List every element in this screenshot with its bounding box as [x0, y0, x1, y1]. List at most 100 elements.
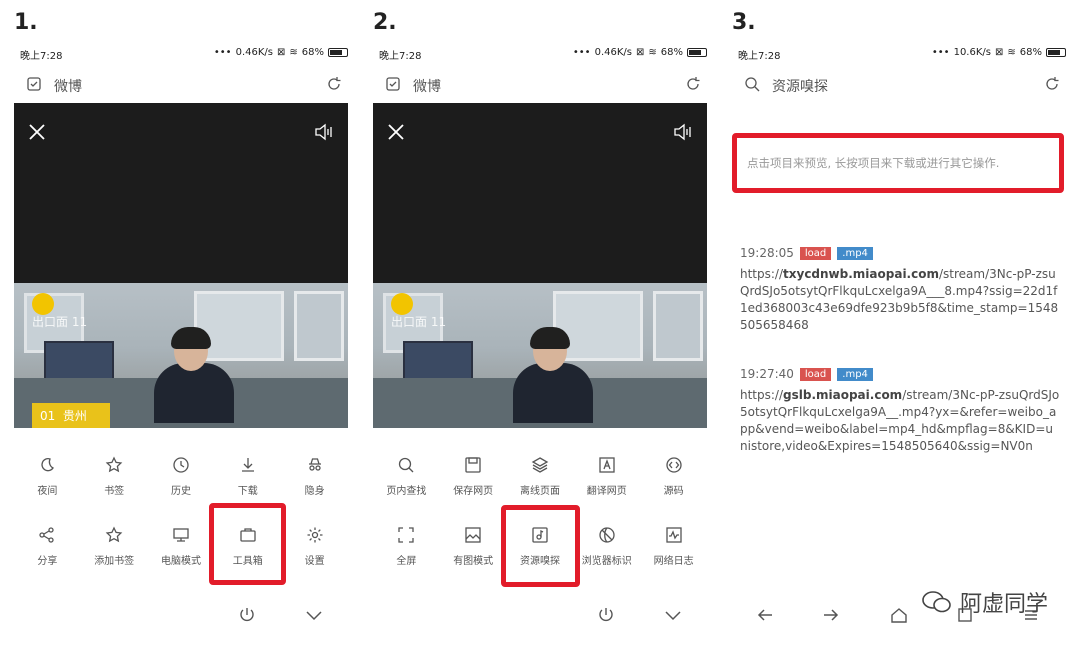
location-tag-number: 01	[40, 409, 56, 423]
browser-menu: 夜间 书签 历史 下载 隐身 分享 添加书签 电脑模式 工具箱 设置	[14, 428, 348, 596]
menu-item[interactable]: 添加书签	[81, 522, 148, 592]
battery-icon	[1046, 48, 1066, 57]
shield-check-icon[interactable]	[26, 76, 42, 92]
menu-bottom-bar	[373, 600, 707, 636]
wifi-icon: ≋	[1007, 47, 1016, 58]
menu-item[interactable]: 翻译网页	[573, 452, 640, 522]
refresh-icon[interactable]	[685, 76, 701, 92]
shield-check-icon[interactable]	[385, 76, 401, 92]
wechat-icon	[922, 591, 951, 613]
highlight-toolbox	[209, 503, 286, 585]
resource-entry[interactable]: 19:28:05 load .mp4 https://txycdnwb.miao…	[740, 246, 1060, 334]
watermark-text: 阿虚同学	[959, 592, 1048, 617]
close-icon[interactable]	[28, 123, 46, 141]
menu-item-label: 有图模式	[453, 556, 494, 567]
menu-item[interactable]: 源码	[640, 452, 707, 522]
download-icon	[241, 458, 254, 472]
menu-item[interactable]: 隐身	[281, 452, 348, 522]
sim-icon: ⊠	[276, 47, 286, 58]
volume-icon[interactable]	[314, 123, 334, 141]
status-time: 晚上7:28	[379, 51, 422, 62]
refresh-icon[interactable]	[1044, 76, 1060, 92]
menu-item-label: 全屏	[396, 556, 417, 567]
menu-item[interactable]: 书签	[81, 452, 148, 522]
screenshot-panel-3: 晚上7:28 ••• 10.6K/s ⊠ ≋ 68% 资源嗅探 点击项目来预览,…	[732, 40, 1072, 640]
close-icon[interactable]	[387, 123, 405, 141]
chevron-down-icon[interactable]	[663, 606, 683, 624]
battery-percent: 68%	[301, 47, 324, 58]
status-time: 晚上7:28	[738, 51, 781, 62]
menu-item-label: 添加书签	[94, 556, 135, 567]
video-player[interactable]	[373, 103, 707, 283]
menu-item-label: 下载	[237, 486, 258, 497]
sim-icon: ⊠	[994, 47, 1004, 58]
power-icon[interactable]	[597, 606, 615, 624]
menu-item[interactable]: 电脑模式	[148, 522, 215, 592]
miaopai-logo-icon	[32, 293, 54, 315]
resource-url: https://gslb.miaopai.com/stream/3Nc-pP-z…	[740, 387, 1060, 455]
video-caption: 出口面 11	[391, 315, 447, 329]
monitor-icon	[173, 528, 189, 542]
screenshot-panel-2: 晚上7:28 ••• 0.46K/s ⊠ ≋ 68% 微博 出口面 11 页内查…	[373, 40, 713, 640]
refresh-icon[interactable]	[326, 76, 342, 92]
menu-item-label: 网络日志	[653, 556, 694, 567]
incognito-icon	[308, 458, 321, 471]
menu-item[interactable]: 有图模式	[440, 522, 507, 592]
menu-item-label: 离线页面	[519, 486, 560, 497]
menu-item[interactable]: 浏览器标识	[573, 522, 640, 592]
menu-item-label: 夜间	[37, 486, 58, 497]
video-player[interactable]	[14, 103, 348, 283]
video-caption: 出口面 11	[32, 315, 88, 329]
search-icon	[399, 457, 414, 473]
share-icon	[39, 527, 55, 543]
menu-item-label: 页内查找	[386, 486, 427, 497]
menu-item[interactable]: 保存网页	[440, 452, 507, 522]
chevron-down-icon[interactable]	[304, 606, 324, 624]
image-icon	[465, 527, 481, 543]
menu-item[interactable]: 历史	[148, 452, 215, 522]
video-frame: 出口面 11	[373, 283, 707, 428]
step-number-1: 1.	[14, 10, 38, 35]
menu-item[interactable]: 设置	[281, 522, 348, 592]
sniff-instructions: 点击项目来预览, 长按项目来下载或进行其它操作.	[732, 133, 1064, 193]
menu-item[interactable]: 网络日志	[640, 522, 707, 592]
menu-item[interactable]: 全屏	[373, 522, 440, 592]
status-bar: 晚上7:28 ••• 0.46K/s ⊠ ≋ 68%	[373, 40, 713, 66]
menu-item-label: 历史	[170, 486, 191, 497]
miaopai-logo-icon	[391, 293, 413, 315]
page-title: 资源嗅探	[772, 79, 828, 95]
url-prefix: https://	[740, 267, 784, 281]
sim-icon: ⊠	[635, 47, 645, 58]
network-speed: 0.46K/s	[594, 47, 632, 58]
resource-entry[interactable]: 19:27:40 load .mp4 https://gslb.miaopai.…	[740, 367, 1060, 455]
video-frame: 出口面 11 01 贵州	[14, 283, 348, 428]
resource-time: 19:27:40	[740, 367, 794, 381]
step-number-3: 3.	[732, 10, 756, 35]
star-add-icon	[105, 526, 123, 543]
home-icon[interactable]	[890, 606, 908, 624]
menu-item[interactable]: 夜间	[14, 452, 81, 522]
step-number-2: 2.	[373, 10, 397, 35]
battery-icon	[328, 48, 348, 57]
volume-icon[interactable]	[673, 123, 693, 141]
forward-arrow-icon[interactable]	[822, 606, 840, 624]
search-icon[interactable]	[744, 76, 760, 92]
load-badge: load	[799, 367, 832, 381]
signal-dots-icon: •••	[931, 47, 950, 58]
menu-item[interactable]: 分享	[14, 522, 81, 592]
page-title: 微博	[413, 79, 441, 95]
screenshot-panel-1: 晚上7:28 ••• 0.46K/s ⊠ ≋ 68% 微博 出口面 11 01 …	[14, 40, 354, 640]
battery-percent: 68%	[660, 47, 683, 58]
location-tag: 01 贵州	[32, 403, 110, 428]
back-arrow-icon[interactable]	[756, 606, 774, 624]
save-icon	[465, 457, 481, 473]
menu-item[interactable]: 页内查找	[373, 452, 440, 522]
menu-item-label: 浏览器标识	[581, 556, 632, 567]
app-bar: 微博	[14, 70, 354, 100]
layers-icon	[531, 457, 549, 473]
menu-item-label: 保存网页	[453, 486, 494, 497]
network-speed: 0.46K/s	[235, 47, 273, 58]
resource-url: https://txycdnwb.miaopai.com/stream/3Nc-…	[740, 266, 1060, 334]
clock-icon	[173, 457, 189, 473]
power-icon[interactable]	[238, 606, 256, 624]
